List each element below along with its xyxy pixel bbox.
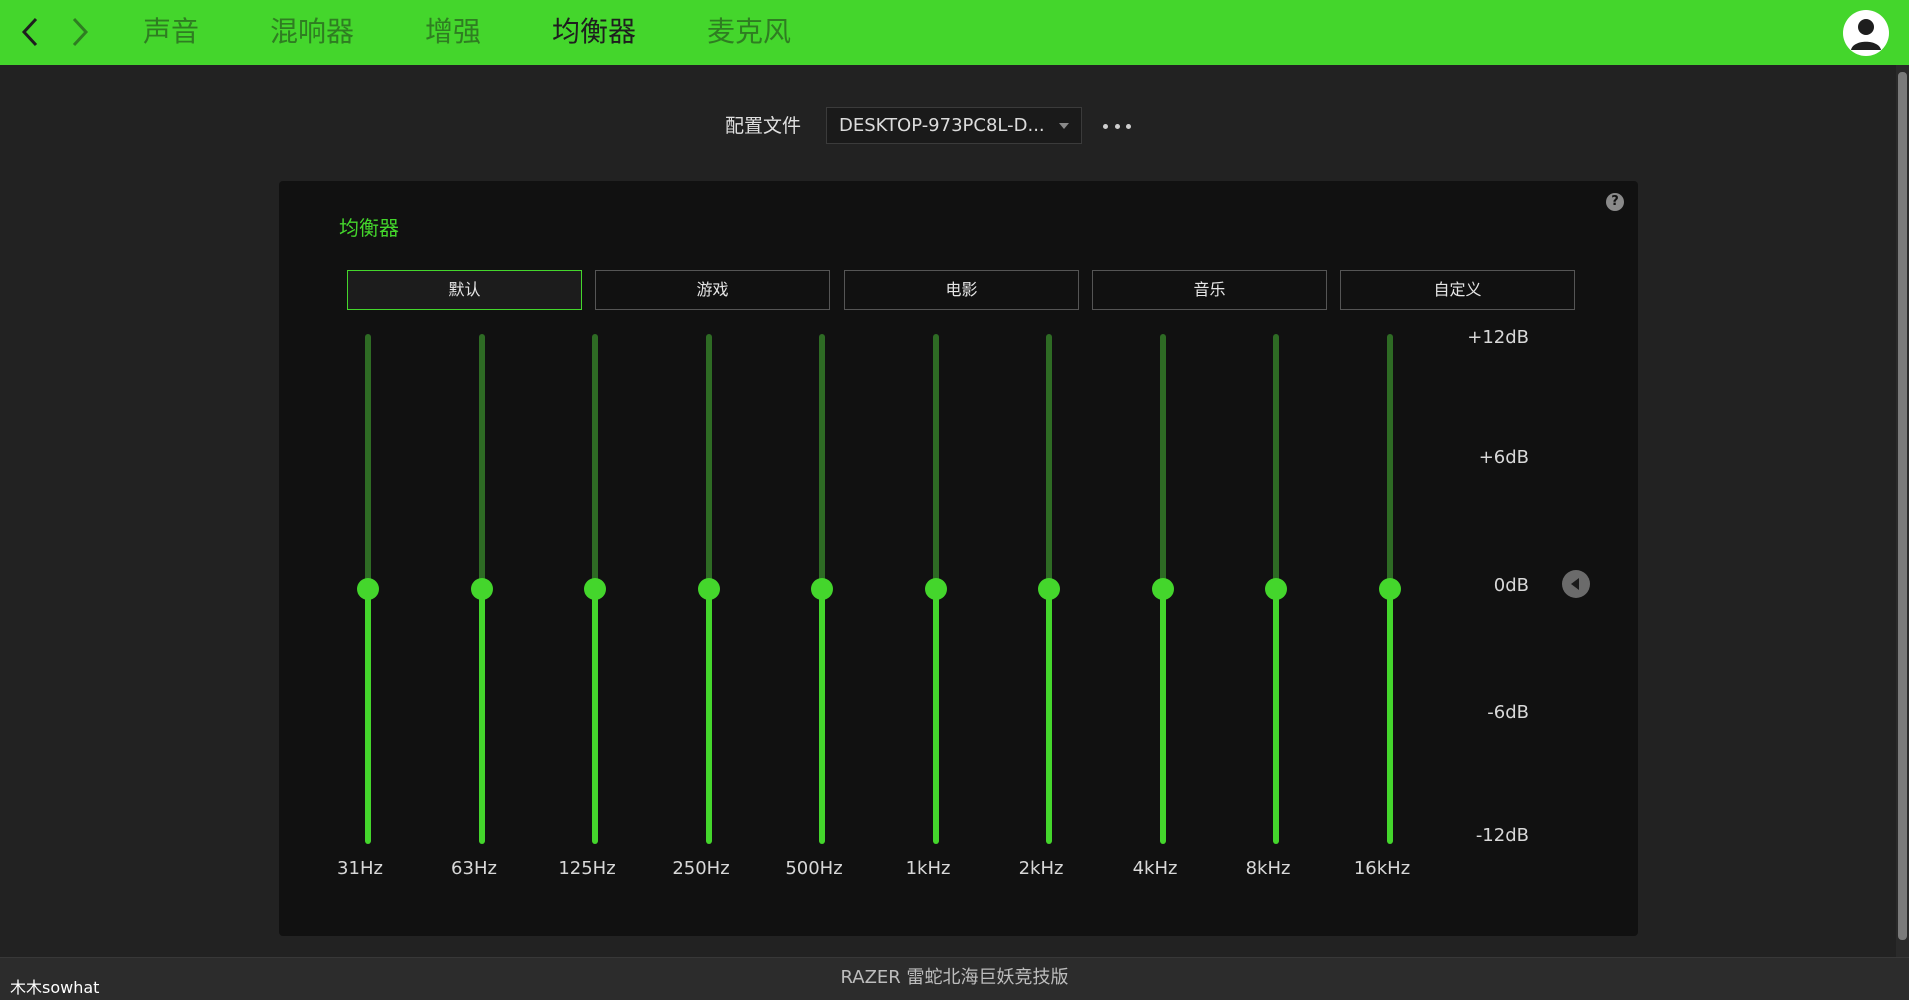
- eq-slider-knob[interactable]: [698, 578, 720, 600]
- chevron-down-icon: [1059, 123, 1069, 129]
- preset-movie-button[interactable]: 电影: [844, 270, 1079, 310]
- eq-slider-track-lower: [1273, 589, 1279, 844]
- eq-slider-track-upper: [479, 334, 485, 589]
- preset-custom-button[interactable]: 自定义: [1340, 270, 1575, 310]
- eq-slider-knob[interactable]: [925, 578, 947, 600]
- eq-frequency-label: 4kHz: [1132, 858, 1178, 879]
- eq-slider-track-upper: [1387, 334, 1393, 589]
- eq-slider-knob[interactable]: [811, 578, 833, 600]
- scrollbar-thumb[interactable]: [1898, 72, 1907, 940]
- eq-slider-track-upper: [1273, 334, 1279, 589]
- profile-dropdown-value: DESKTOP-973PC8L-D...: [839, 115, 1045, 136]
- eq-slider-track-lower: [592, 589, 598, 844]
- eq-frequency-label: 1kHz: [905, 858, 951, 879]
- preset-game-button[interactable]: 游戏: [595, 270, 830, 310]
- tab-microphone[interactable]: 麦克风: [707, 10, 791, 54]
- eq-frequency-label: 63Hz: [451, 858, 497, 879]
- profile-dropdown[interactable]: DESKTOP-973PC8L-D...: [826, 107, 1082, 144]
- eq-slider-track-lower: [819, 589, 825, 844]
- eq-slider-knob[interactable]: [1038, 578, 1060, 600]
- back-arrow-icon[interactable]: [12, 14, 48, 50]
- eq-slider-knob[interactable]: [1379, 578, 1401, 600]
- user-avatar-icon[interactable]: [1843, 10, 1889, 56]
- eq-slider-track-upper: [1160, 334, 1166, 589]
- tab-mixer[interactable]: 混响器: [270, 10, 354, 54]
- eq-slider-knob[interactable]: [1152, 578, 1174, 600]
- equalizer-title: 均衡器: [339, 216, 399, 240]
- eq-slider-track-lower: [706, 589, 712, 844]
- eq-slider-knob[interactable]: [1265, 578, 1287, 600]
- eq-slider-track-upper: [933, 334, 939, 589]
- db-scale-label: +12dB: [1467, 327, 1529, 348]
- eq-slider-track-lower: [479, 589, 485, 844]
- eq-slider-track-lower: [1387, 589, 1393, 844]
- watermark: 木木sowhat: [10, 978, 100, 997]
- eq-slider-track-lower: [1046, 589, 1052, 844]
- eq-slider-knob[interactable]: [584, 578, 606, 600]
- eq-frequency-label: 500Hz: [785, 858, 843, 879]
- more-options-icon[interactable]: [1103, 116, 1131, 136]
- db-scale-label: 0dB: [1493, 575, 1529, 596]
- forward-arrow-icon[interactable]: [62, 14, 98, 50]
- eq-slider-track-upper: [365, 334, 371, 589]
- eq-slider-track-lower: [365, 589, 371, 844]
- eq-slider-track-upper: [592, 334, 598, 589]
- db-scale-label: -6dB: [1487, 702, 1529, 723]
- eq-frequency-label: 16kHz: [1353, 858, 1411, 879]
- preset-default-button[interactable]: 默认: [347, 270, 582, 310]
- eq-slider-track-upper: [819, 334, 825, 589]
- eq-frequency-label: 2kHz: [1018, 858, 1064, 879]
- eq-frequency-label: 31Hz: [337, 858, 383, 879]
- eq-slider-track-upper: [706, 334, 712, 589]
- eq-slider-track-lower: [1160, 589, 1166, 844]
- tab-sound[interactable]: 声音: [143, 10, 199, 54]
- reset-arrow-icon[interactable]: [1562, 570, 1590, 598]
- db-scale-label: +6dB: [1478, 447, 1529, 468]
- eq-slider-track-upper: [1046, 334, 1052, 589]
- db-scale-label: -12dB: [1475, 825, 1529, 846]
- tab-equalizer[interactable]: 均衡器: [552, 10, 636, 54]
- tab-enhancement[interactable]: 增强: [425, 10, 481, 54]
- profile-label: 配置文件: [725, 115, 802, 137]
- device-name: RAZER 雷蛇北海巨妖竞技版: [840, 967, 1069, 988]
- eq-slider-track-lower: [933, 589, 939, 844]
- help-icon[interactable]: ?: [1606, 193, 1624, 211]
- eq-slider-knob[interactable]: [471, 578, 493, 600]
- eq-frequency-label: 8kHz: [1245, 858, 1291, 879]
- eq-frequency-label: 125Hz: [558, 858, 616, 879]
- eq-frequency-label: 250Hz: [672, 858, 730, 879]
- eq-slider-knob[interactable]: [357, 578, 379, 600]
- preset-music-button[interactable]: 音乐: [1092, 270, 1327, 310]
